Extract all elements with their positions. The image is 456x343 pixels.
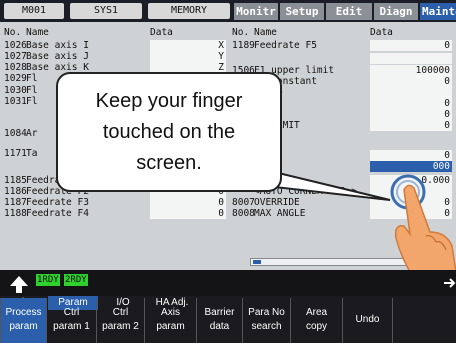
softkey-label-line-1: Process [5,307,42,318]
softkey-label-line-2: param [9,321,38,332]
softkey-button[interactable]: Process param [0,298,46,343]
softkey-label-line-1: Para No [248,307,285,318]
instruction-callout: Keep your finger touched on the screen. [56,72,282,192]
softkey-button[interactable]: Para No search [242,298,290,343]
softkey-button[interactable]: Ctrl param 2 [96,298,144,343]
program-number-chip: M001 [4,3,64,19]
ready-indicator-1: 1RDY [36,274,60,286]
softkey-button[interactable]: Ctrl param 1 [46,298,96,343]
tab-setup[interactable]: Setup [280,3,324,20]
softkey-button[interactable]: Axis param [144,298,196,343]
softkey-label-line-1: Ctrl [63,307,80,318]
callout-line-3: screen. [136,152,202,174]
tab-monitor[interactable]: Monitr [234,3,278,20]
top-status-bar: M001 SYS1 MEMORY Monitr Setup Edit Diagn… [0,0,456,22]
system-chip: SYS1 [70,3,142,19]
softkey-label-line-2: param 2 [102,321,139,332]
ready-indicator-2: 2RDY [64,274,88,286]
up-arrow-icon[interactable] [8,273,30,295]
softkey-label-line-2: param [156,321,185,332]
softkey-label-line-2: data [209,321,230,332]
softkey-label-line-1: Area [305,307,328,318]
softkey-label-line-1: Axis [161,307,180,318]
tab-diagnosis[interactable]: Diagn [374,3,418,20]
callout-line-2: touched on the [102,121,236,143]
right-arrow-icon[interactable] [442,276,456,290]
status-strip: 1RDY 2RDY [0,270,456,296]
softkey-button[interactable] [392,298,456,343]
softkey-button[interactable]: Undo [342,298,392,343]
softkey-bar: MainteParamI/OHA Adj. ProcessparamCtrlpa… [0,296,456,343]
softkey-button[interactable]: Area copy [290,298,342,343]
tab-maintenance[interactable]: Mainte [420,3,456,20]
softkey-label-line-2: search [251,321,282,332]
softkey-label-line-2: copy [305,321,328,332]
mode-chip: MEMORY [148,3,230,19]
softkey-label-line-1: Ctrl [112,307,129,318]
softkey-label-line-1: Undo [355,314,380,325]
callout-line-1: Keep your finger [95,90,243,112]
softkey-label-line-2: param 1 [53,321,90,332]
pointing-hand-icon [390,174,456,270]
tab-edit[interactable]: Edit [326,3,372,20]
parameter-screen: No. Name Data 1026 Base axis I X 1027 Base a… [0,22,456,270]
softkey-label-line-1: Barrier [204,307,235,318]
softkey-button[interactable]: Barrier data [196,298,242,343]
